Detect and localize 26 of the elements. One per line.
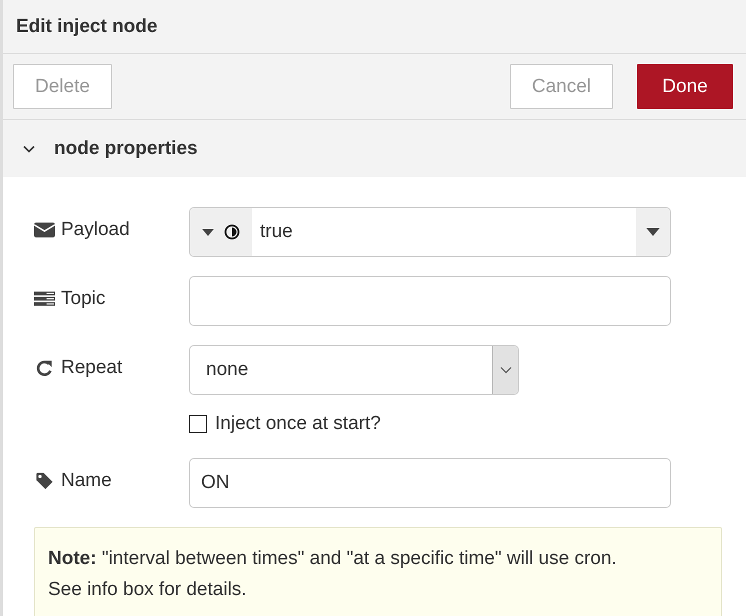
chevron-icon xyxy=(500,366,512,374)
payload-value: true xyxy=(259,221,294,243)
note-text: See info box for details. xyxy=(48,578,248,602)
list-icon xyxy=(34,290,55,308)
done-button[interactable]: Done xyxy=(637,64,733,109)
section-header[interactable]: node properties xyxy=(3,120,746,177)
field-label: Name xyxy=(61,470,112,492)
checkbox[interactable] xyxy=(189,415,207,433)
text-field[interactable] xyxy=(189,276,671,326)
field-label: Repeat xyxy=(61,357,122,379)
caret-icon xyxy=(202,228,214,236)
type-selector[interactable] xyxy=(190,208,252,256)
field-label: Topic xyxy=(61,288,106,310)
text-field[interactable]: ON xyxy=(189,458,671,508)
tag-icon xyxy=(34,472,55,490)
dropdown-button[interactable] xyxy=(636,208,670,256)
section-title: node properties xyxy=(54,138,198,160)
toggle-icon xyxy=(224,224,240,240)
checkbox-label: Inject once at start? xyxy=(215,413,381,435)
repeat-select[interactable]: none xyxy=(189,345,519,395)
envelope-icon xyxy=(34,221,55,239)
payload-field[interactable]: true xyxy=(189,207,671,257)
note-text: Note: "interval between times" and "at a specific time" will use cron. xyxy=(48,547,618,571)
field-label: Payload xyxy=(61,219,130,241)
caret-icon xyxy=(646,228,660,236)
dialog-title: Edit inject node xyxy=(16,16,158,38)
